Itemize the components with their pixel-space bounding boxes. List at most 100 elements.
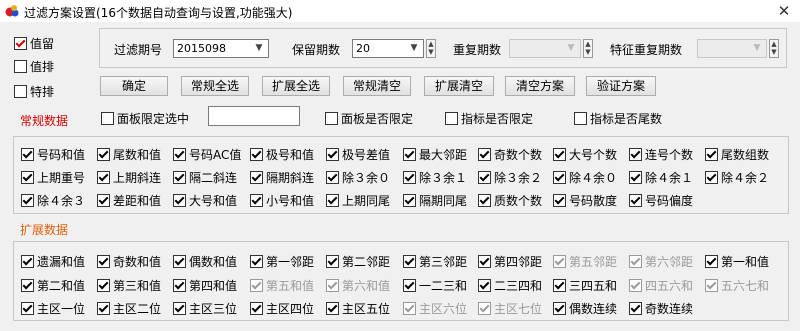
regular-item-checkbox[interactable]: 差距和值 bbox=[97, 192, 161, 209]
extended-item-checkbox[interactable]: 遗漏和值 bbox=[21, 253, 85, 270]
extended-item-checkbox[interactable]: 偶数和值 bbox=[173, 253, 237, 270]
extended-item-checkbox[interactable]: 第四邻距 bbox=[478, 253, 542, 270]
regular-item-checkbox[interactable]: 号码AC值 bbox=[173, 146, 241, 163]
extended-item-checkbox[interactable]: 第三邻距 bbox=[403, 253, 467, 270]
checkbox-icon bbox=[97, 148, 110, 161]
feature-repeat-select[interactable]: ▼ bbox=[697, 39, 767, 58]
feature-repeat-spinner[interactable]: ▲ ▼ bbox=[769, 39, 779, 58]
panel-is-limited-checkbox[interactable]: 面板是否限定 bbox=[325, 110, 413, 127]
checkbox-icon bbox=[478, 148, 491, 161]
regular-item-checkbox[interactable]: 大号和值 bbox=[173, 192, 237, 209]
extended-item-checkbox[interactable]: 第六和值 bbox=[326, 277, 390, 294]
extended-item-checkbox[interactable]: 奇数连续 bbox=[629, 300, 693, 317]
checkbox-icon bbox=[705, 171, 718, 184]
spin-down-icon[interactable]: ▼ bbox=[427, 48, 435, 56]
extended-item-checkbox[interactable]: 二三四和 bbox=[478, 277, 542, 294]
keep-periods-spinner[interactable]: ▲ ▼ bbox=[426, 39, 436, 58]
extended-item-checkbox[interactable]: 第四和值 bbox=[173, 277, 237, 294]
repeat-periods-select[interactable]: ▼ bbox=[509, 39, 581, 58]
checkbox-icon bbox=[21, 279, 34, 292]
extended-item-checkbox[interactable]: 第一邻距 bbox=[250, 253, 314, 270]
regular-item-checkbox[interactable]: 连号个数 bbox=[629, 146, 693, 163]
regular-item-checkbox[interactable]: 号码偏度 bbox=[629, 192, 693, 209]
regular-item-checkbox[interactable]: 最大邻距 bbox=[403, 146, 467, 163]
checkbox-label: 一二三和 bbox=[419, 279, 468, 293]
regular-item-checkbox[interactable]: 除３余２ bbox=[478, 169, 542, 186]
regular-item-checkbox[interactable]: 上期同尾 bbox=[326, 192, 390, 209]
spin-down-icon[interactable]: ▼ bbox=[770, 48, 778, 56]
filter-period-select[interactable]: 2015098 ▼ bbox=[173, 39, 269, 58]
spin-up-icon[interactable]: ▲ bbox=[770, 40, 778, 48]
regular-item-checkbox[interactable]: 大号个数 bbox=[553, 146, 617, 163]
regular-item-checkbox[interactable]: 小号和值 bbox=[250, 192, 314, 209]
spin-up-icon[interactable]: ▲ bbox=[427, 40, 435, 48]
checkbox-icon bbox=[326, 148, 339, 161]
extended-item-checkbox[interactable]: 第一和值 bbox=[705, 253, 769, 270]
extended-item-checkbox[interactable]: 第二和值 bbox=[21, 277, 85, 294]
panel-limit-input[interactable] bbox=[208, 106, 300, 126]
extended-item-checkbox[interactable]: 三四五和 bbox=[553, 277, 617, 294]
extended-item-checkbox[interactable]: 第五邻距 bbox=[553, 253, 617, 270]
extended-item-checkbox[interactable]: 主区一位 bbox=[21, 300, 85, 317]
checkbox-label: 第五邻距 bbox=[569, 255, 618, 269]
regular-item-checkbox[interactable]: 质数个数 bbox=[478, 192, 542, 209]
checkbox-label: 除４余２ bbox=[721, 171, 770, 185]
panel-limit-select-checkbox[interactable]: 面板限定选中 bbox=[101, 110, 189, 127]
regular-item-checkbox[interactable]: 隔期同尾 bbox=[403, 192, 467, 209]
extended-item-checkbox[interactable]: 偶数连续 bbox=[553, 300, 617, 317]
checkbox-icon bbox=[97, 255, 110, 268]
regular-item-checkbox[interactable]: 除４余１ bbox=[629, 169, 693, 186]
extended-item-checkbox[interactable]: 四五六和 bbox=[629, 277, 693, 294]
extended-item-checkbox[interactable]: 第二邻距 bbox=[326, 253, 390, 270]
spin-down-icon[interactable]: ▼ bbox=[584, 48, 592, 56]
regular-item-checkbox[interactable]: 极号差值 bbox=[326, 146, 390, 163]
regular-item-checkbox[interactable]: 上期重号 bbox=[21, 169, 85, 186]
spin-up-icon[interactable]: ▲ bbox=[584, 40, 592, 48]
repeat-periods-spinner[interactable]: ▲ ▼ bbox=[583, 39, 593, 58]
select-all-extended-button[interactable]: 扩展全选 bbox=[262, 76, 330, 96]
index-is-tail-checkbox[interactable]: 指标是否尾数 bbox=[574, 110, 662, 127]
mode-keep-checkbox[interactable]: 值留 bbox=[14, 35, 54, 52]
regular-item-checkbox[interactable]: 除３余０ bbox=[326, 169, 390, 186]
clear-regular-button[interactable]: 常规清空 bbox=[343, 76, 411, 96]
checkbox-icon bbox=[101, 112, 114, 125]
regular-item-checkbox[interactable]: 除４余２ bbox=[705, 169, 769, 186]
extended-item-checkbox[interactable]: 主区二位 bbox=[97, 300, 161, 317]
feature-repeat-label: 特征重复期数 bbox=[610, 43, 683, 57]
checkbox-label: 第六邻距 bbox=[645, 255, 694, 269]
regular-item-checkbox[interactable]: 除３余１ bbox=[403, 169, 467, 186]
regular-item-checkbox[interactable]: 号码散度 bbox=[553, 192, 617, 209]
extended-item-checkbox[interactable]: 五六七和 bbox=[705, 277, 769, 294]
extended-item-checkbox[interactable]: 主区三位 bbox=[173, 300, 237, 317]
mode-exclude-checkbox[interactable]: 值排 bbox=[14, 58, 54, 75]
extended-item-checkbox[interactable]: 第三和值 bbox=[97, 277, 161, 294]
regular-item-checkbox[interactable]: 号码和值 bbox=[21, 146, 85, 163]
extended-item-checkbox[interactable]: 一二三和 bbox=[403, 277, 467, 294]
regular-item-checkbox[interactable]: 隔二斜连 bbox=[173, 169, 237, 186]
regular-item-checkbox[interactable]: 奇数个数 bbox=[478, 146, 542, 163]
regular-item-checkbox[interactable]: 隔期斜连 bbox=[250, 169, 314, 186]
clear-scheme-button[interactable]: 清空方案 bbox=[505, 76, 575, 96]
close-button[interactable]: ✕ bbox=[774, 0, 794, 22]
keep-periods-select[interactable]: 20 ▼ bbox=[352, 39, 424, 58]
regular-item-checkbox[interactable]: 极号和值 bbox=[250, 146, 314, 163]
mode-special-exclude-checkbox[interactable]: 特排 bbox=[14, 83, 54, 100]
regular-item-checkbox[interactable]: 尾数和值 bbox=[97, 146, 161, 163]
select-all-regular-button[interactable]: 常规全选 bbox=[181, 76, 249, 96]
extended-item-checkbox[interactable]: 第五和值 bbox=[250, 277, 314, 294]
regular-item-checkbox[interactable]: 除４余０ bbox=[553, 169, 617, 186]
index-is-limited-checkbox[interactable]: 指标是否限定 bbox=[445, 110, 533, 127]
extended-item-checkbox[interactable]: 主区六位 bbox=[403, 300, 467, 317]
confirm-button[interactable]: 确定 bbox=[100, 76, 168, 96]
regular-item-checkbox[interactable]: 除４余３ bbox=[21, 192, 85, 209]
extended-item-checkbox[interactable]: 主区七位 bbox=[478, 300, 542, 317]
extended-item-checkbox[interactable]: 主区五位 bbox=[326, 300, 390, 317]
extended-item-checkbox[interactable]: 主区四位 bbox=[250, 300, 314, 317]
checkbox-icon bbox=[14, 85, 27, 98]
regular-item-checkbox[interactable]: 上期斜连 bbox=[97, 169, 161, 186]
extended-item-checkbox[interactable]: 奇数和值 bbox=[97, 253, 161, 270]
extended-item-checkbox[interactable]: 第六邻距 bbox=[629, 253, 693, 270]
clear-extended-button[interactable]: 扩展清空 bbox=[424, 76, 494, 96]
verify-scheme-button[interactable]: 验证方案 bbox=[586, 76, 656, 96]
regular-item-checkbox[interactable]: 尾数组数 bbox=[705, 146, 769, 163]
